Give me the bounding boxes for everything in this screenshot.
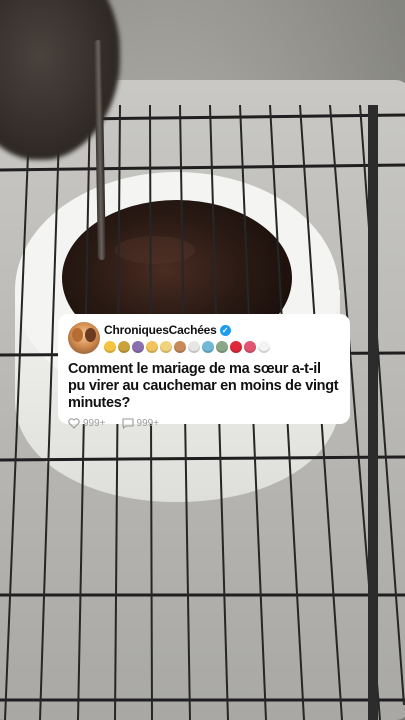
frowning-emoji	[174, 341, 186, 353]
key-emoji	[118, 341, 130, 353]
comment-count: 999+	[136, 418, 160, 429]
post-card[interactable]: ChroniquesCachées ✓ Comment le mariage d…	[58, 314, 350, 429]
comment-button[interactable]: 999+	[121, 418, 160, 429]
username[interactable]: ChroniquesCachées	[104, 323, 217, 337]
cool-face-emoji	[202, 341, 214, 353]
heart-bandage-emoji	[244, 341, 256, 353]
skull-emoji	[188, 341, 200, 353]
avatar[interactable]	[68, 322, 100, 354]
red-heart-emoji	[230, 341, 242, 353]
emoji-row	[104, 341, 270, 355]
ghost-emoji	[258, 341, 270, 353]
like-button[interactable]: 999+	[68, 418, 106, 429]
post-question: Comment le mariage de ma sœur a-t-il pu …	[68, 361, 339, 411]
light-bulb-emoji	[104, 341, 116, 353]
heart-icon	[68, 418, 80, 429]
verified-badge-icon: ✓	[219, 324, 231, 336]
unamused-face-emoji	[160, 341, 172, 353]
angel-emoji	[146, 341, 158, 353]
zombie-emoji	[216, 341, 228, 353]
wizard-emoji	[132, 341, 144, 353]
post-stats: 999+ 999+	[68, 418, 340, 429]
post-header: ChroniquesCachées ✓	[68, 322, 340, 355]
comment-icon	[121, 418, 134, 429]
like-count: 999+	[83, 418, 106, 429]
